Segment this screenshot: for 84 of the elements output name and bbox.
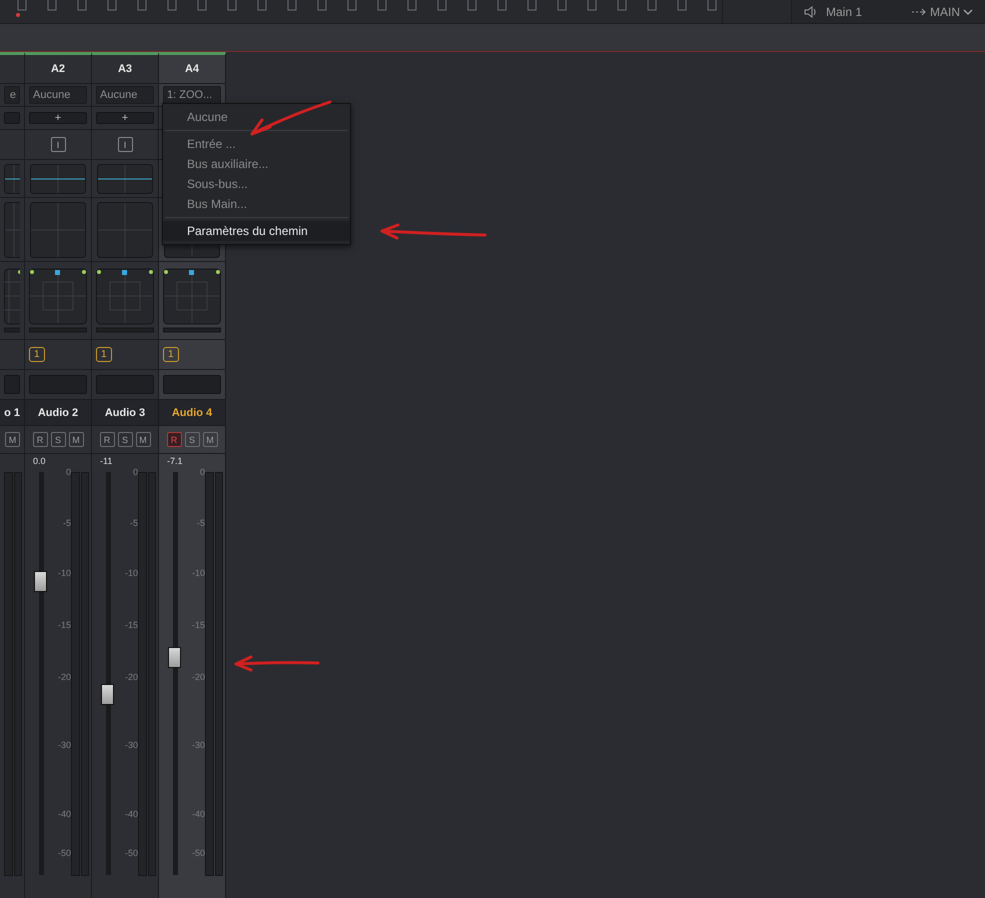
empty-slot[interactable] — [4, 375, 20, 394]
scale-label: -10 — [192, 568, 205, 578]
scale-label: -30 — [58, 740, 71, 750]
track-label: A2 — [50, 63, 66, 75]
scale-label: -30 — [124, 740, 138, 750]
add-button[interactable]: + — [29, 112, 87, 124]
scale-label: -30 — [192, 740, 205, 750]
menu-item[interactable]: Bus Main... — [163, 194, 350, 214]
pan-control[interactable] — [96, 268, 154, 334]
menu-item[interactable]: Entrée ... — [163, 134, 350, 154]
input-field[interactable]: Aucune — [29, 86, 87, 104]
track-label: A4 — [184, 63, 200, 75]
scale-label: -5 — [62, 518, 71, 528]
track-toggle[interactable]: M — [136, 432, 150, 447]
chevron-down-icon — [963, 8, 973, 16]
eq-graph[interactable] — [4, 164, 20, 194]
track-toggle[interactable]: S — [118, 432, 132, 447]
track-toggle[interactable]: R — [32, 432, 48, 447]
monitor-label: Main 1 — [826, 4, 862, 18]
track-name: o 1 — [4, 406, 20, 418]
track-toggle[interactable]: M — [5, 432, 20, 447]
track-toggle[interactable]: R — [166, 432, 182, 447]
scale-label: -20 — [124, 672, 138, 682]
scale-label: -5 — [130, 518, 138, 528]
insert-button[interactable]: I — [50, 137, 66, 152]
scale-label: -50 — [58, 848, 71, 858]
channel-badge[interactable]: 1 — [96, 347, 112, 362]
scale-label: -50 — [192, 848, 205, 858]
scale-label: -10 — [124, 568, 138, 578]
scale-label: -20 — [192, 672, 205, 682]
insert-button[interactable]: I — [118, 137, 132, 152]
dynamics-graph[interactable] — [4, 202, 20, 258]
speaker-icon[interactable] — [804, 4, 818, 18]
scale-label: -15 — [124, 620, 138, 630]
track-name: Audio 3 — [104, 406, 146, 418]
menu-item[interactable]: Aucune — [163, 107, 350, 127]
add-button[interactable] — [4, 112, 20, 124]
fader-handle[interactable] — [168, 647, 181, 668]
fader-value: -7.1 — [167, 456, 183, 466]
scale-label: 0 — [132, 467, 138, 477]
dashed-arrow-icon — [911, 6, 927, 16]
track-name: Audio 2 — [38, 406, 78, 418]
channel-badge[interactable]: 1 — [29, 347, 45, 362]
input-field[interactable]: e — [4, 86, 20, 104]
track-toggle[interactable]: R — [100, 432, 114, 447]
track-toggle[interactable]: M — [202, 432, 218, 447]
output-dropdown[interactable]: MAIN — [911, 4, 973, 18]
pan-control[interactable] — [163, 268, 221, 334]
dynamics-graph[interactable] — [97, 202, 153, 258]
fader-value: -11 — [100, 456, 112, 466]
empty-slot[interactable] — [29, 375, 87, 394]
scale-label: -5 — [196, 518, 205, 528]
channel-badge[interactable]: 1 — [163, 347, 179, 362]
menu-item[interactable]: Sous-bus... — [163, 174, 350, 194]
track-toggle[interactable]: M — [68, 432, 84, 447]
track-toggle[interactable]: S — [50, 432, 66, 447]
track-label: A3 — [118, 63, 132, 75]
scale-label: -15 — [192, 620, 205, 630]
scale-label: 0 — [200, 467, 205, 477]
scale-label: -40 — [58, 809, 71, 819]
input-field[interactable]: 1: ZOO... — [163, 86, 221, 104]
add-button[interactable]: + — [96, 112, 154, 124]
dynamics-graph[interactable] — [30, 202, 86, 258]
scale-label: -40 — [192, 809, 205, 819]
scale-label: -10 — [58, 568, 71, 578]
fader-handle[interactable] — [101, 684, 114, 705]
pan-control[interactable] — [29, 268, 87, 334]
scale-label: -40 — [124, 809, 138, 819]
eq-graph[interactable] — [97, 164, 153, 194]
menu-item[interactable]: Paramètres du chemin — [163, 221, 350, 241]
fader-value: 0.0 — [33, 456, 46, 466]
scale-label: -20 — [58, 672, 71, 682]
scale-label: -15 — [58, 620, 71, 630]
track-name: Audio 4 — [172, 406, 212, 418]
eq-graph[interactable] — [30, 164, 86, 194]
menu-item[interactable]: Bus auxiliaire... — [163, 154, 350, 174]
empty-slot[interactable] — [96, 375, 154, 394]
pan-control[interactable] — [4, 268, 20, 334]
track-toggle[interactable]: S — [184, 432, 200, 447]
input-field[interactable]: Aucune — [96, 86, 154, 104]
empty-slot[interactable] — [163, 375, 221, 394]
fader-handle[interactable] — [34, 570, 47, 592]
scale-label: -50 — [124, 848, 138, 858]
scale-label: 0 — [66, 467, 71, 477]
